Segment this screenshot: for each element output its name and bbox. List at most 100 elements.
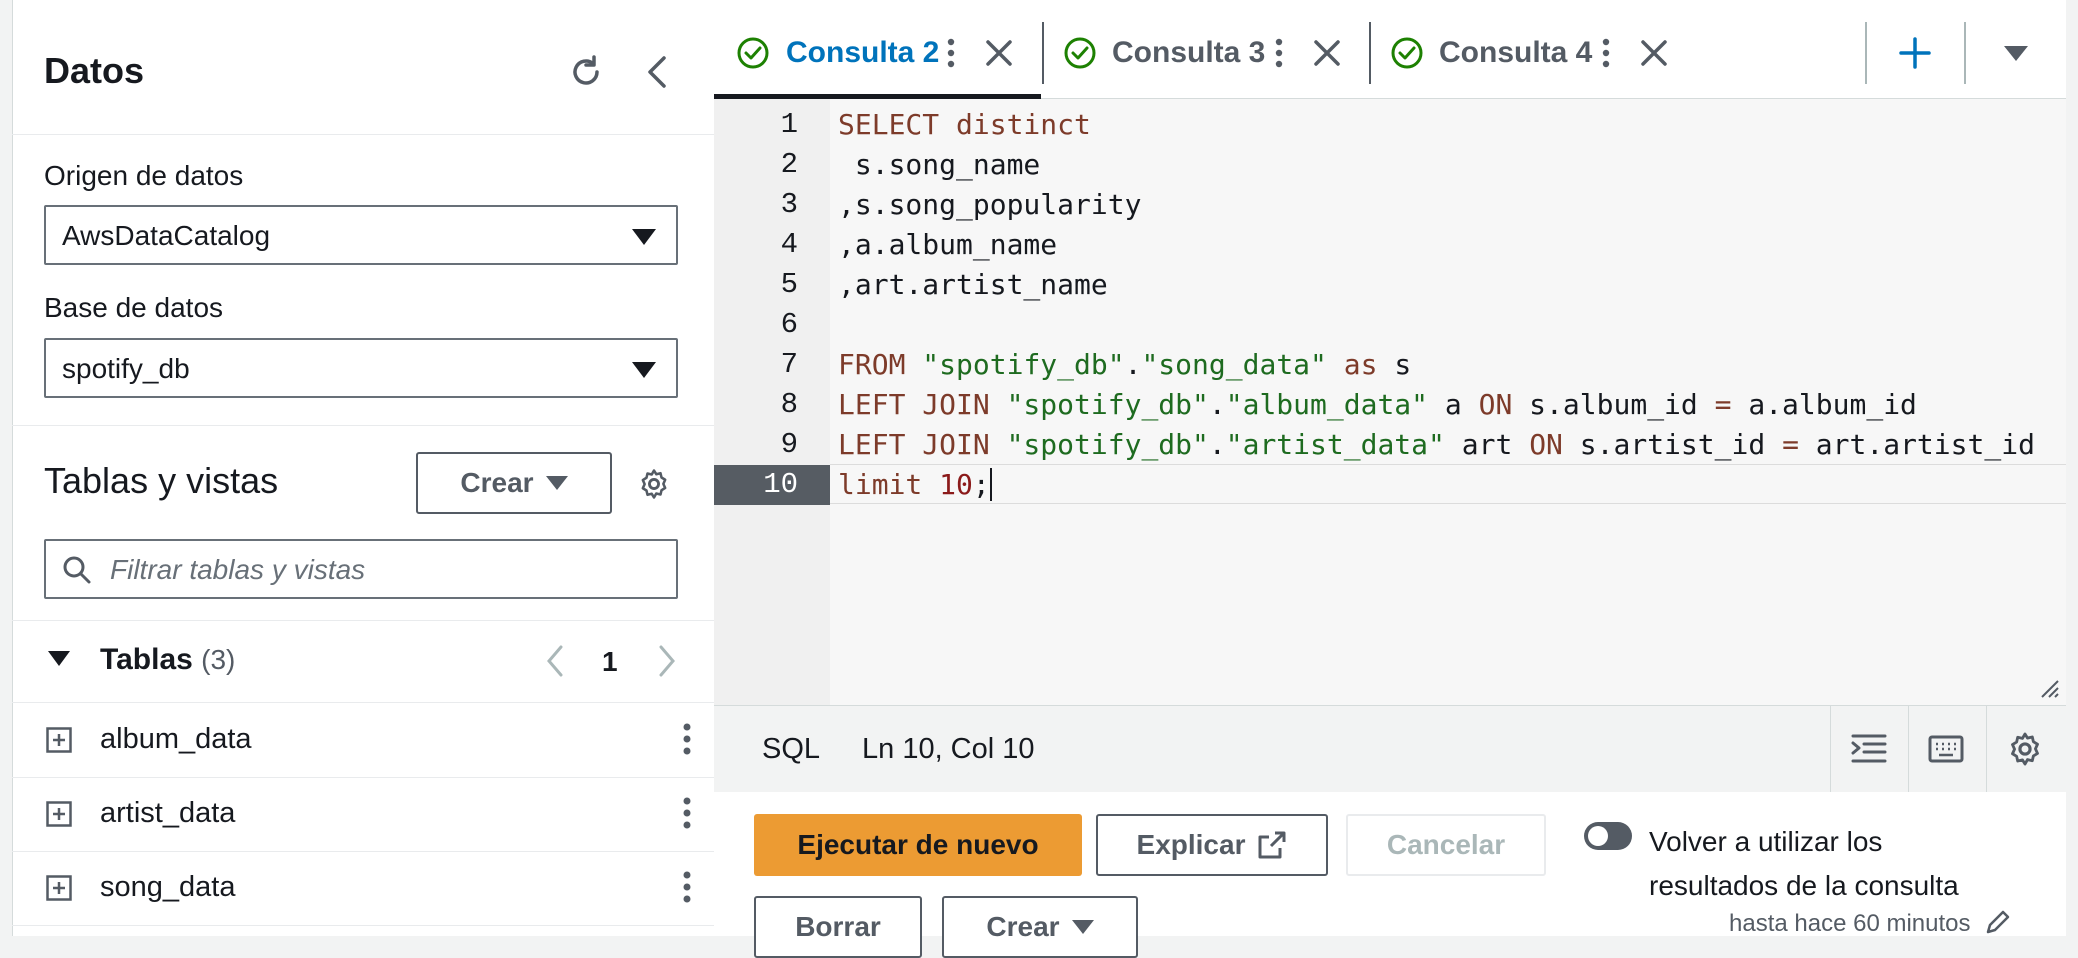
code-line[interactable]: ,art.artist_name — [838, 265, 1108, 305]
more-actions-icon[interactable] — [682, 867, 692, 907]
line-number: 6 — [780, 308, 798, 341]
editor-status-bar: SQL Ln 10, Col 10 — [714, 705, 2066, 793]
table-row[interactable]: song_data — [12, 851, 714, 926]
tables-section-title[interactable]: Tablas (3) — [100, 643, 235, 677]
query-actions: Ejecutar de nuevo Explicar Cancelar Volv… — [714, 792, 2066, 958]
reuse-results-toggle[interactable] — [1584, 822, 1632, 850]
line-number: 3 — [780, 188, 798, 221]
expand-plus-icon[interactable] — [46, 875, 72, 901]
data-source-label: Origen de datos — [44, 160, 244, 191]
explain-button[interactable]: Explicar — [1096, 814, 1328, 876]
caret-down-icon — [632, 229, 656, 245]
more-actions-icon[interactable] — [682, 793, 692, 833]
tab-menu-icon[interactable] — [1601, 36, 1611, 70]
code-line[interactable]: limit 10; — [838, 465, 992, 505]
line-number: 1 — [780, 108, 798, 141]
table-name[interactable]: artist_data — [100, 797, 235, 830]
filter-placeholder: Filtrar tablas y vistas — [110, 554, 366, 585]
external-link-icon — [1258, 831, 1286, 859]
create-menu-button[interactable]: Crear — [942, 896, 1138, 958]
tab-separator — [1964, 22, 1966, 84]
search-icon — [63, 556, 91, 584]
code-line[interactable]: ,s.song_popularity — [838, 185, 1141, 225]
line-number: 4 — [780, 228, 798, 261]
tab-separator — [1865, 22, 1867, 84]
line-number: 5 — [780, 268, 798, 301]
tab-menu-icon[interactable] — [1274, 36, 1284, 70]
line-number-current: 10 — [714, 465, 830, 505]
code-line[interactable]: LEFT JOIN "spotify_db"."album_data" a ON… — [838, 385, 1917, 425]
more-actions-icon[interactable] — [682, 719, 692, 759]
code-line[interactable]: s.song_name — [838, 145, 1040, 185]
table-row[interactable]: album_data — [12, 703, 714, 778]
data-source-select[interactable]: AwsDataCatalog — [44, 205, 678, 265]
table-name[interactable]: album_data — [100, 723, 252, 756]
format-indent-icon[interactable] — [1850, 730, 1888, 768]
tab-consulta-2[interactable]: Consulta 2 — [714, 0, 1041, 99]
resize-handle-icon[interactable] — [2038, 677, 2060, 699]
divider — [12, 620, 714, 621]
run-again-button[interactable]: Ejecutar de nuevo — [754, 814, 1082, 876]
divider — [12, 425, 714, 426]
current-line-highlight — [830, 464, 2066, 504]
code-line[interactable]: FROM "spotify_db"."song_data" as s — [838, 345, 1411, 385]
tab-label: Consulta 3 — [1112, 36, 1266, 69]
code-line[interactable]: ,a.album_name — [838, 225, 1057, 265]
tab-label: Consulta 2 — [786, 36, 940, 69]
keyboard-icon[interactable] — [1927, 730, 1965, 768]
line-number: 7 — [780, 348, 798, 381]
divider — [12, 134, 714, 135]
edit-pencil-icon[interactable] — [1984, 908, 2012, 936]
table-row[interactable]: artist_data — [12, 777, 714, 852]
sql-editor[interactable]: 1 2 3 4 5 6 7 8 9 10 SELECT distinct s.s… — [714, 99, 2066, 705]
success-check-icon — [1064, 37, 1096, 69]
query-tabs: Consulta 2 Consulta 3 Consulta 4 — [714, 0, 2066, 99]
add-tab-icon[interactable] — [1898, 36, 1932, 70]
database-label: Base de datos — [44, 292, 224, 323]
close-tab-icon[interactable] — [1639, 38, 1669, 68]
create-menu-label: Crear — [986, 911, 1060, 942]
database-select[interactable]: spotify_db — [44, 338, 678, 398]
text-cursor — [989, 468, 992, 501]
reuse-duration: hasta hace 60 minutos — [1729, 910, 1971, 937]
create-button-label: Crear — [460, 467, 534, 498]
expand-caret-icon[interactable] — [48, 651, 70, 666]
editor-settings-gear-icon[interactable] — [2006, 730, 2044, 768]
cancel-button[interactable]: Cancelar — [1346, 814, 1546, 876]
panel-title: Datos — [44, 50, 145, 91]
next-page-icon[interactable] — [652, 640, 682, 682]
settings-gear-icon[interactable] — [634, 464, 674, 504]
expand-plus-icon[interactable] — [46, 801, 72, 827]
tab-consulta-3[interactable]: Consulta 3 — [1045, 0, 1370, 98]
success-check-icon — [1391, 37, 1423, 69]
tab-separator — [1042, 22, 1044, 84]
clear-button[interactable]: Borrar — [754, 896, 922, 958]
create-dropdown-button[interactable]: Crear — [416, 452, 612, 514]
line-number: 2 — [780, 148, 798, 181]
reuse-label-line-2: resultados de la consulta — [1649, 870, 1959, 901]
caret-down-icon — [545, 476, 568, 490]
tab-separator — [1369, 22, 1371, 84]
expand-plus-icon[interactable] — [46, 727, 72, 753]
data-panel: Datos Origen de datos AwsDataCatalog Bas… — [0, 0, 715, 936]
code-line[interactable]: SELECT distinct — [838, 105, 1091, 145]
database-value: spotify_db — [62, 353, 190, 384]
close-tab-icon[interactable] — [1312, 38, 1342, 68]
tabs-menu-caret-icon[interactable] — [2004, 46, 2028, 61]
refresh-icon[interactable] — [564, 50, 608, 94]
tables-views-title: Tablas y vistas — [44, 460, 279, 501]
tab-consulta-4[interactable]: Consulta 4 — [1372, 0, 1697, 98]
page-number[interactable]: 1 — [602, 646, 618, 678]
collapse-panel-icon[interactable] — [638, 50, 674, 94]
success-check-icon — [737, 37, 769, 69]
query-editor: Consulta 2 Consulta 3 Consulta 4 1 2 3 4 — [714, 0, 2066, 958]
filter-tables-input[interactable]: Filtrar tablas y vistas — [44, 539, 678, 599]
code-line[interactable]: LEFT JOIN "spotify_db"."artist_data" art… — [838, 425, 2035, 465]
table-name[interactable]: song_data — [100, 871, 235, 904]
cursor-position: Ln 10, Col 10 — [862, 733, 1035, 765]
caret-down-icon — [1071, 920, 1094, 934]
close-tab-icon[interactable] — [984, 38, 1014, 68]
tab-menu-icon[interactable] — [946, 36, 956, 70]
prev-page-icon[interactable] — [540, 640, 570, 682]
data-source-value: AwsDataCatalog — [62, 220, 271, 251]
